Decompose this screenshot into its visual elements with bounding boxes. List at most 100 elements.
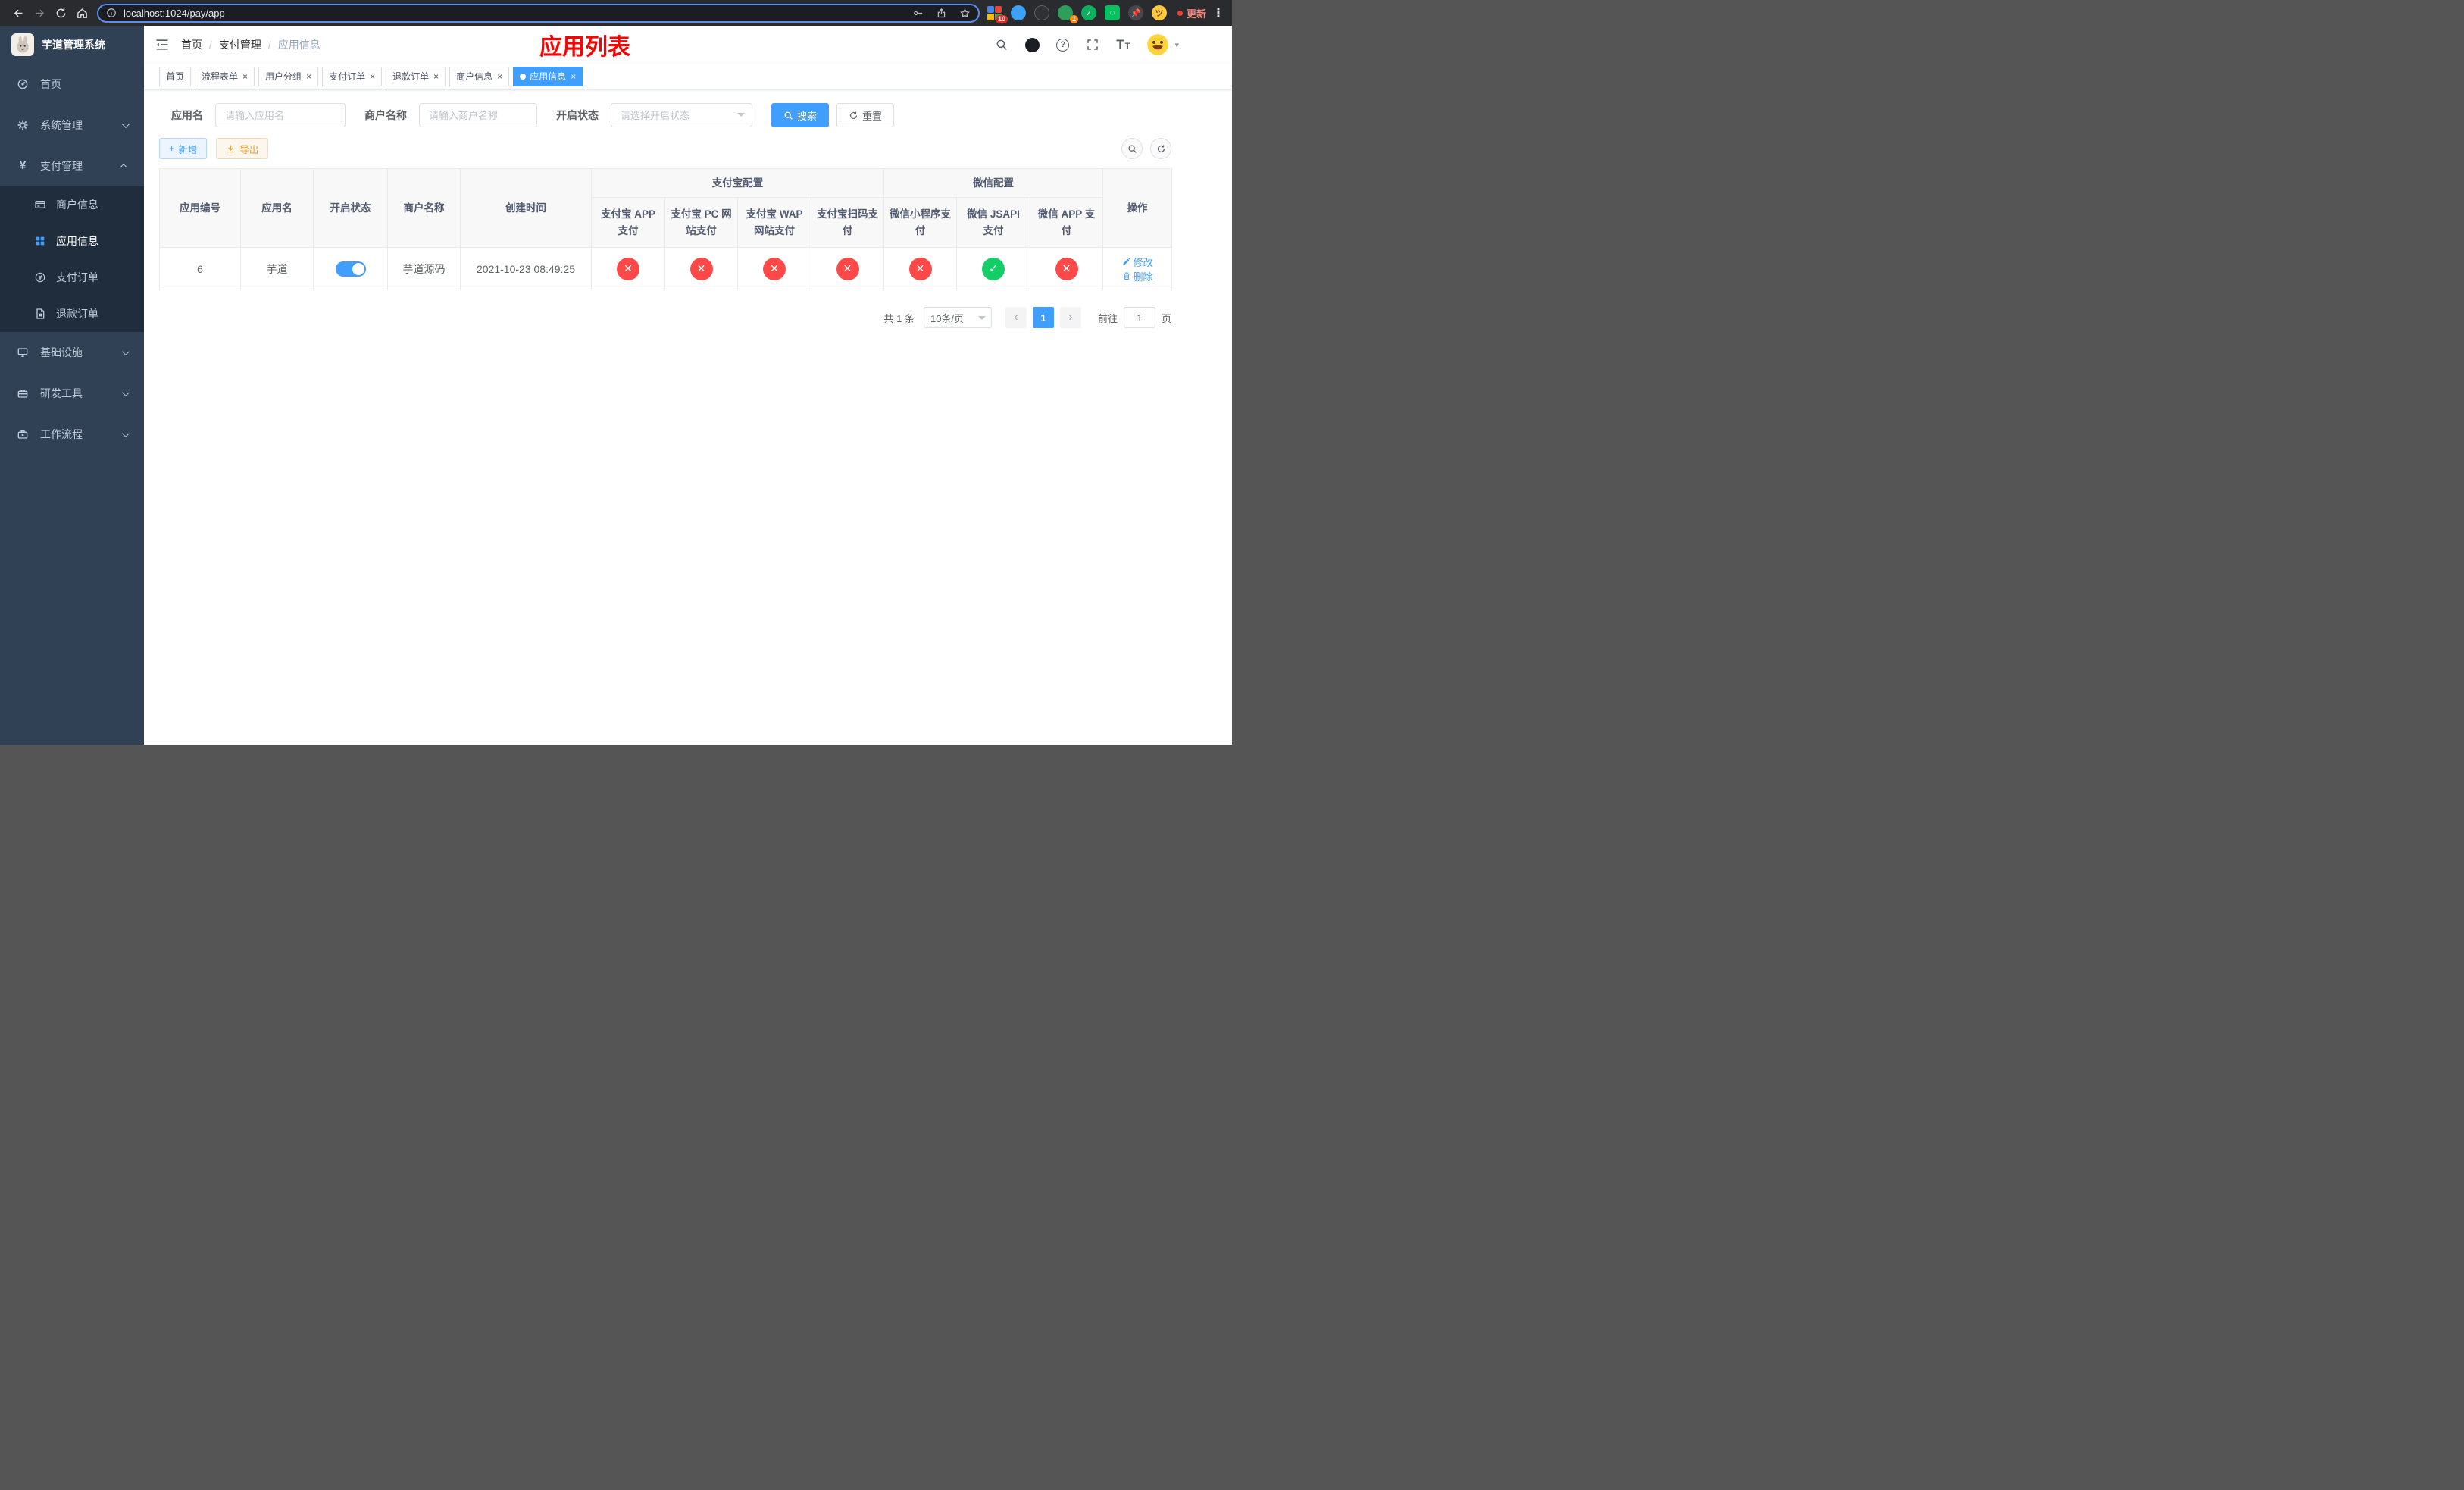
sidebar-item-payment-order[interactable]: 支付订单: [0, 259, 144, 296]
document-icon: [34, 308, 46, 320]
sidebar-item-refund-order[interactable]: 退款订单: [0, 296, 144, 332]
export-button[interactable]: 导出: [216, 138, 269, 159]
refresh-table-button[interactable]: [1150, 138, 1171, 159]
tab-merchant-info[interactable]: 商户信息 ×: [449, 66, 510, 86]
pagination-total: 共 1 条: [883, 312, 915, 324]
sidebar-item-app-info[interactable]: 应用信息: [0, 223, 144, 259]
breadcrumb-item-payment[interactable]: 支付管理: [219, 37, 261, 52]
next-page-button[interactable]: ›: [1059, 307, 1081, 328]
update-dot-icon: [1177, 10, 1183, 16]
ext-profile-icon[interactable]: 1: [1057, 5, 1078, 23]
cell-app-id: 6: [159, 247, 241, 290]
menu-fold-button[interactable]: [155, 37, 170, 52]
bookmark-star-icon[interactable]: [959, 8, 971, 19]
github-icon[interactable]: [1025, 37, 1040, 52]
reload-button[interactable]: [50, 2, 71, 23]
back-button[interactable]: [8, 2, 29, 23]
sidebar-item-payment[interactable]: ¥ 支付管理: [0, 146, 144, 186]
fullscreen-icon[interactable]: [1086, 38, 1099, 52]
user-menu[interactable]: ▾: [1146, 33, 1179, 56]
edit-link[interactable]: 修改: [1122, 255, 1153, 269]
tab-payment-order[interactable]: 支付订单 ×: [322, 66, 383, 86]
browser-chrome: localhost:1024/pay/app 10 1 ✓ ◌ 📌 ツ 更新 ⋮: [0, 0, 1232, 26]
sidebar-item-home[interactable]: 首页: [0, 64, 144, 105]
browser-menu-icon[interactable]: ⋮: [1212, 5, 1224, 20]
col-wx-jsapi: 微信 JSAPI 支付: [956, 197, 1030, 248]
status-circle-wx-app: ✕: [1055, 257, 1078, 280]
delete-link[interactable]: 删除: [1122, 269, 1153, 283]
sidebar-item-dev-tools[interactable]: 研发工具: [0, 373, 144, 414]
ext-green-check-icon[interactable]: ✓: [1080, 5, 1096, 20]
sidebar-item-system[interactable]: 系统管理: [0, 105, 144, 146]
breadcrumb-separator: /: [267, 39, 271, 51]
sidebar-item-merchant-info[interactable]: 商户信息: [0, 186, 144, 223]
site-info-icon[interactable]: [106, 8, 117, 18]
key-icon[interactable]: [912, 8, 924, 19]
sidebar-menu: 首页 系统管理 ¥ 支付管理 商户信息 应用信息 支付订单 退款订单 基础设施 …: [0, 64, 144, 455]
close-icon[interactable]: ×: [571, 72, 576, 81]
font-size-icon[interactable]: TT: [1116, 37, 1130, 52]
ext-wechat-devtools-icon[interactable]: ◌: [1104, 5, 1120, 20]
forward-button[interactable]: [29, 2, 50, 23]
page-content: 应用名 商户名称 开启状态: [144, 89, 1232, 745]
search-button[interactable]: 搜索: [771, 103, 830, 127]
table-row: 6 芋道 芋道源码 2021-10-23 08:49:25 ✕ ✕ ✕ ✕ ✕ …: [159, 247, 1173, 290]
toggle-search-button[interactable]: [1121, 138, 1143, 159]
col-group-wechat: 微信配置: [883, 168, 1104, 198]
close-icon[interactable]: ×: [497, 72, 502, 81]
refresh-icon: [1157, 145, 1165, 152]
merchant-name-input[interactable]: [419, 103, 537, 127]
breadcrumb-item-home[interactable]: 首页: [181, 37, 202, 52]
status-circle-wx-mini: ✕: [908, 257, 932, 280]
col-status: 开启状态: [313, 168, 388, 248]
goto-page-input[interactable]: [1123, 307, 1155, 328]
ext-emoji-icon[interactable]: ツ: [1151, 5, 1167, 20]
table-toolbar: + 新增 导出: [159, 138, 1171, 159]
prev-page-button[interactable]: ‹: [1005, 307, 1027, 328]
ext-dark-icon[interactable]: [1033, 5, 1049, 20]
ext-pin-icon[interactable]: 📌: [1127, 5, 1143, 20]
search-icon[interactable]: [995, 38, 1008, 52]
ext-grid-icon[interactable]: 10: [987, 5, 1008, 23]
close-icon[interactable]: ×: [306, 72, 311, 81]
share-icon[interactable]: [936, 8, 947, 19]
tab-process-form[interactable]: 流程表单 ×: [195, 66, 255, 86]
page-number-button[interactable]: 1: [1032, 307, 1054, 328]
add-button[interactable]: + 新增: [159, 138, 208, 159]
col-alipay-qr: 支付宝扫码支付: [811, 197, 884, 248]
url-text[interactable]: localhost:1024/pay/app: [124, 8, 900, 19]
status-switch[interactable]: [335, 261, 366, 277]
yen-icon: ¥: [19, 159, 27, 172]
tab-app-info[interactable]: 应用信息 ×: [513, 66, 583, 86]
close-icon[interactable]: ×: [242, 72, 248, 81]
home-button[interactable]: [71, 2, 92, 23]
update-button[interactable]: 更新: [1177, 6, 1206, 20]
merchant-name-label: 商户名称: [364, 109, 407, 121]
ext-blue-drop-icon[interactable]: [1010, 5, 1026, 20]
tags-view-bar: 首页 流程表单 × 用户分组 × 支付订单 × 退款订单 × 商户信息 × 应用…: [144, 64, 1232, 89]
tab-refund-order[interactable]: 退款订单 ×: [386, 66, 446, 86]
refresh-icon: [849, 111, 858, 119]
question-icon[interactable]: ?: [1056, 38, 1070, 52]
tab-user-group[interactable]: 用户分组 ×: [258, 66, 319, 86]
sidebar: 芋道管理系统 首页 系统管理 ¥ 支付管理 商户信息 应用信息 支付订单 退款订…: [0, 26, 144, 745]
avatar[interactable]: [1146, 33, 1169, 56]
close-icon[interactable]: ×: [433, 72, 439, 81]
reset-button[interactable]: 重置: [836, 103, 895, 127]
plus-icon: +: [169, 143, 175, 154]
app-name-input[interactable]: [215, 103, 346, 127]
page-title: 应用列表: [539, 35, 630, 60]
chevron-down-icon: [121, 429, 130, 437]
payment-submenu: 商户信息 应用信息 支付订单 退款订单: [0, 186, 144, 332]
monitor-icon: [17, 346, 29, 358]
status-label: 开启状态: [556, 109, 599, 121]
close-icon[interactable]: ×: [370, 72, 375, 81]
sidebar-item-workflow[interactable]: 工作流程: [0, 414, 144, 455]
sidebar-item-infrastructure[interactable]: 基础设施: [0, 332, 144, 373]
url-bar[interactable]: localhost:1024/pay/app: [97, 3, 980, 23]
status-select[interactable]: [611, 103, 752, 127]
query-form: 应用名 商户名称 开启状态: [159, 103, 1171, 127]
page-size-select[interactable]: 10条/页: [923, 307, 992, 328]
app-table: 应用编号 应用名 开启状态 商户名称 创建时间 支付宝配置 微信配置 操作 支付…: [159, 168, 1173, 290]
tab-home[interactable]: 首页: [159, 66, 192, 86]
